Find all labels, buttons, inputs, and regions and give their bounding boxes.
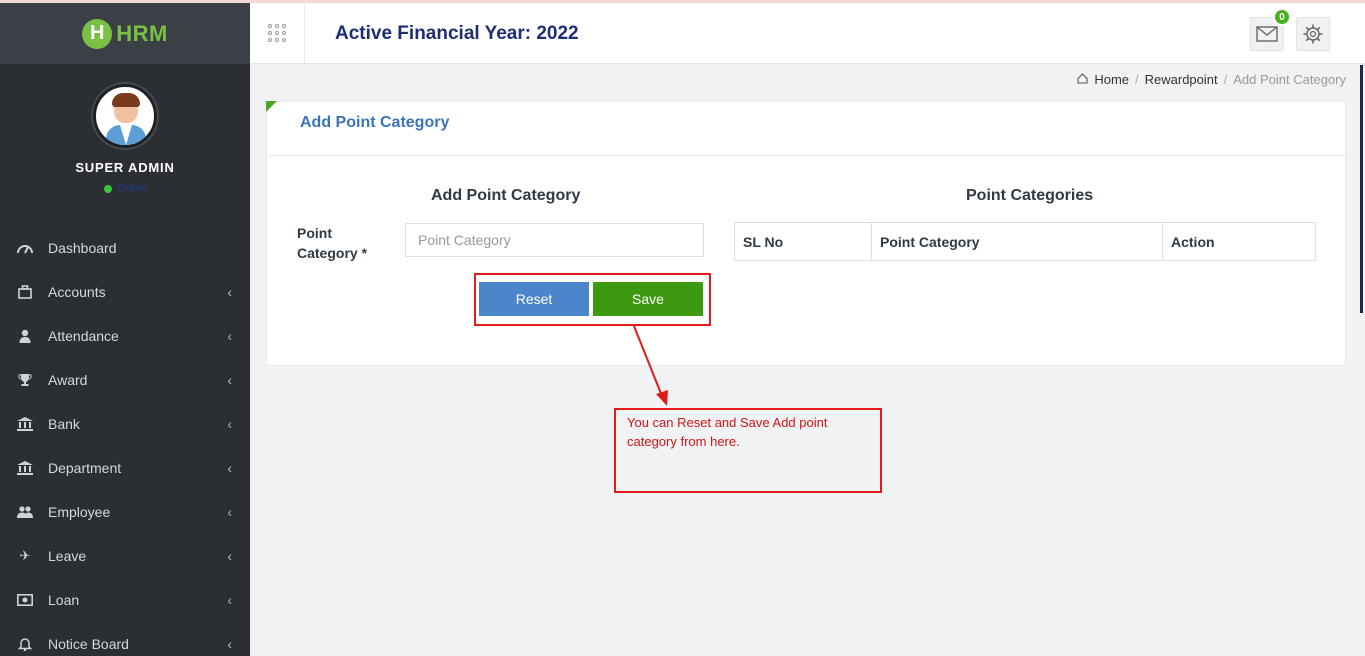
sidebar-item-dashboard[interactable]: Dashboard [0, 226, 250, 270]
chevron-left-icon: ‹ [227, 504, 232, 520]
breadcrumb-separator: / [1223, 72, 1228, 87]
top-header: Active Financial Year: 2022 0 [250, 3, 1365, 64]
logo-mark: H [82, 18, 113, 49]
sidebar-item-notice-board[interactable]: Notice Board ‹ [0, 622, 250, 656]
gear-icon [1303, 24, 1323, 44]
sidebar-item-employee[interactable]: Employee ‹ [0, 490, 250, 534]
breadcrumb-home[interactable]: Home [1094, 72, 1129, 87]
sidebar-item-label: Notice Board [48, 636, 129, 652]
logo-text: HRM [116, 20, 168, 46]
sidebar-item-label: Bank [48, 416, 80, 432]
column-point-category: Point Category [871, 222, 1163, 261]
sidebar-item-attendance[interactable]: Attendance ‹ [0, 314, 250, 358]
sidebar: H HRM SUPER ADMIN Online Dashboard Accou… [0, 3, 250, 656]
annotation-note: You can Reset and Save Add point categor… [614, 408, 882, 493]
user-profile: SUPER ADMIN Online [0, 64, 250, 224]
sidebar-item-label: Accounts [48, 284, 106, 300]
home-icon [1077, 72, 1088, 87]
avatar[interactable] [93, 84, 157, 148]
user-name: SUPER ADMIN [75, 160, 175, 175]
chevron-left-icon: ‹ [227, 636, 232, 652]
column-action: Action [1162, 222, 1316, 261]
sidebar-item-label: Loan [48, 592, 80, 608]
sidebar-item-label: Dashboard [48, 240, 117, 256]
online-status-icon [103, 184, 112, 193]
money-icon [16, 592, 34, 608]
sidebar-item-label: Award [48, 372, 88, 388]
settings-button[interactable] [1296, 17, 1330, 51]
chevron-left-icon: ‹ [227, 548, 232, 564]
user-status: Online [103, 183, 147, 194]
sidebar-item-department[interactable]: Department ‹ [0, 446, 250, 490]
panel-corner-accent [266, 101, 277, 112]
grid-icon [268, 24, 286, 42]
chevron-left-icon: ‹ [227, 592, 232, 608]
logo: H HRM [82, 18, 168, 49]
sidebar-item-leave[interactable]: ✈ Leave ‹ [0, 534, 250, 578]
briefcase-icon [16, 284, 34, 300]
breadcrumb-rewardpoint[interactable]: Rewardpoint [1145, 72, 1218, 87]
bank-icon [16, 416, 34, 432]
sidebar-item-label: Employee [48, 504, 111, 520]
breadcrumb-current: Add Point Category [1233, 72, 1346, 87]
chevron-left-icon: ‹ [227, 372, 232, 388]
message-count-badge: 0 [1273, 8, 1291, 26]
scrollbar[interactable] [1360, 65, 1363, 313]
point-categories-table: SL No Point Category Action [734, 222, 1316, 261]
trophy-icon [16, 372, 34, 388]
sidebar-item-label: Leave [48, 548, 87, 564]
point-category-input[interactable] [405, 223, 704, 257]
point-category-label: Point Category * [297, 225, 368, 261]
list-title: Point Categories [966, 187, 1094, 204]
users-icon [16, 504, 34, 520]
panel-divider [267, 155, 1345, 156]
plane-icon: ✈ [19, 548, 31, 563]
sidebar-item-accounts[interactable]: Accounts ‹ [0, 270, 250, 314]
user-icon [16, 328, 34, 344]
chevron-left-icon: ‹ [227, 460, 232, 476]
apps-menu-button[interactable] [250, 3, 305, 63]
chevron-left-icon: ‹ [227, 416, 232, 432]
column-sl-no: SL No [734, 222, 872, 261]
panel-title: Add Point Category [300, 114, 450, 131]
mail-icon [1256, 26, 1278, 42]
financial-year-title: Active Financial Year: 2022 [335, 23, 579, 44]
chevron-left-icon: ‹ [227, 328, 232, 344]
dashboard-icon [16, 240, 34, 256]
sidebar-item-award[interactable]: Award ‹ [0, 358, 250, 402]
chevron-left-icon: ‹ [227, 284, 232, 300]
form-title: Add Point Category [431, 187, 581, 204]
sidebar-item-label: Department [48, 460, 122, 476]
breadcrumb-separator: / [1135, 72, 1139, 87]
add-point-category-panel: Add Point Category Add Point Category Po… [266, 101, 1346, 366]
sidebar-item-label: Attendance [48, 328, 119, 344]
brand-logo[interactable]: H HRM [0, 3, 250, 64]
status-text: Online [117, 183, 147, 194]
buttons-highlight-box [474, 273, 711, 326]
sidebar-item-loan[interactable]: Loan ‹ [0, 578, 250, 622]
sidebar-item-bank[interactable]: Bank ‹ [0, 402, 250, 446]
breadcrumb: Home / Rewardpoint / Add Point Category [1077, 72, 1346, 87]
building-icon [16, 460, 34, 476]
bell-icon [16, 636, 34, 652]
sidebar-nav: Dashboard Accounts ‹ Attendance ‹ Award … [0, 224, 250, 656]
table-header-row: SL No Point Category Action [734, 222, 1316, 261]
